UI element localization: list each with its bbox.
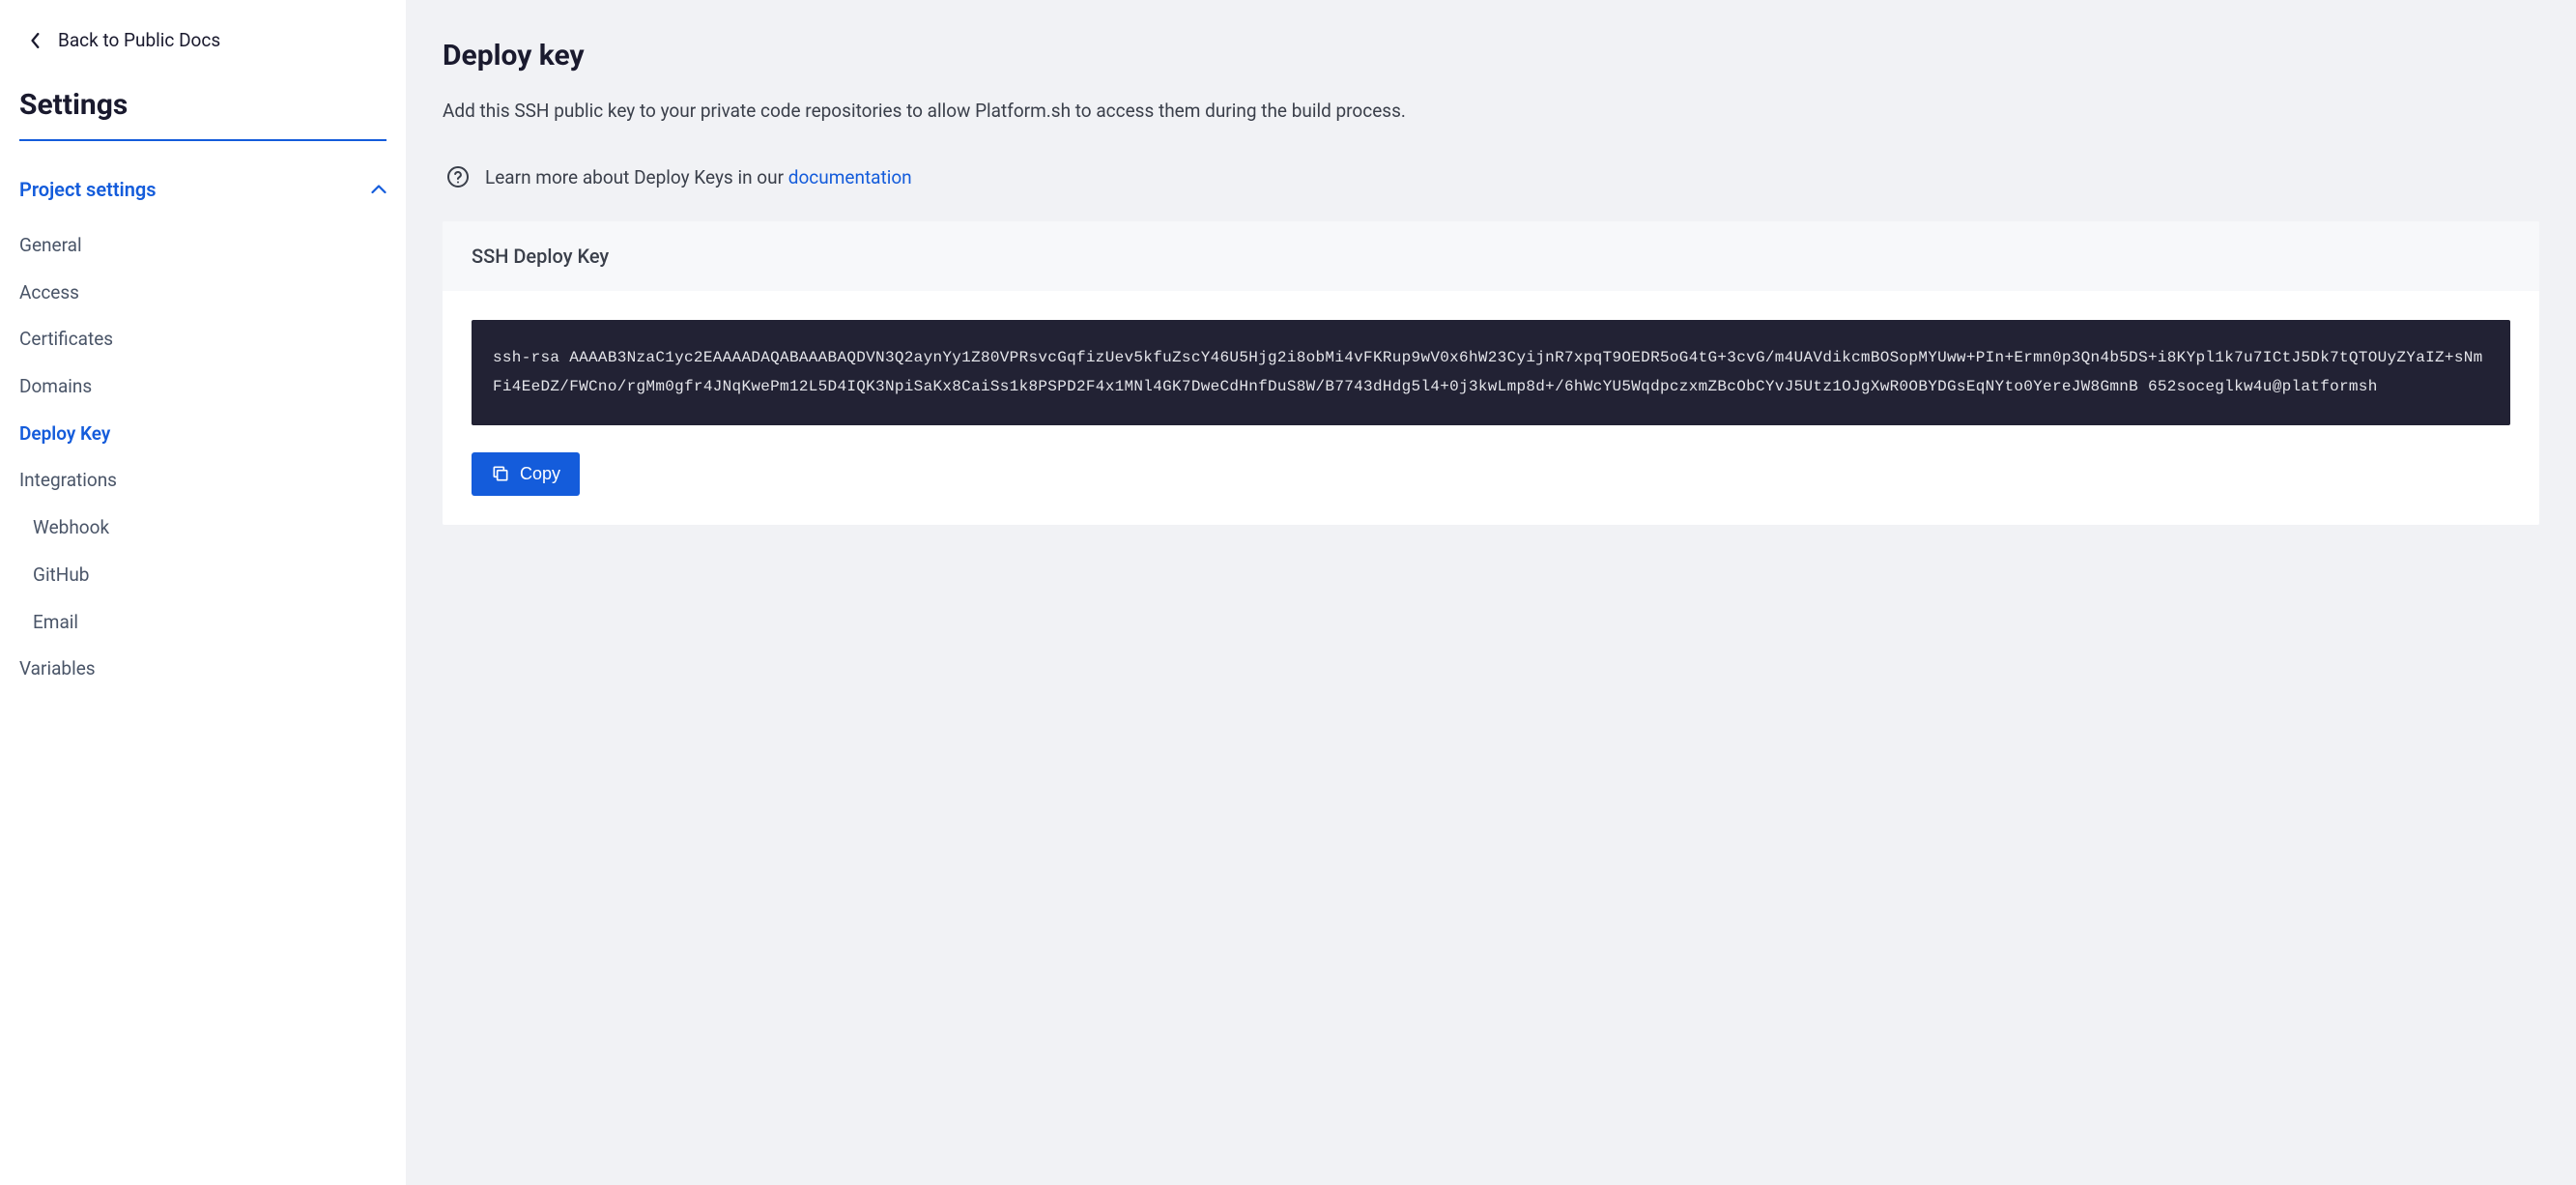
section-header-project-settings[interactable]: Project settings	[19, 170, 386, 209]
copy-button[interactable]: Copy	[472, 452, 580, 496]
copy-icon	[491, 464, 510, 483]
back-link-label: Back to Public Docs	[58, 29, 220, 51]
card-header: SSH Deploy Key	[443, 221, 2539, 291]
page-title: Deploy key	[443, 39, 2539, 72]
documentation-link[interactable]: documentation	[788, 166, 912, 188]
help-icon	[446, 165, 470, 188]
nav-subitem-email[interactable]: Email	[19, 599, 386, 647]
nav-item-certificates[interactable]: Certificates	[19, 316, 386, 363]
help-prefix: Learn more about Deploy Keys in our	[485, 166, 788, 188]
deploy-key-card: SSH Deploy Key ssh-rsa AAAAB3NzaC1yc2EAA…	[443, 221, 2539, 525]
help-row: Learn more about Deploy Keys in our docu…	[443, 165, 2539, 188]
help-text: Learn more about Deploy Keys in our docu…	[485, 166, 912, 188]
nav-item-deploy-key[interactable]: Deploy Key	[19, 411, 386, 458]
chevron-left-icon	[31, 33, 41, 48]
nav-item-domains[interactable]: Domains	[19, 363, 386, 411]
copy-button-label: Copy	[520, 464, 560, 484]
nav-item-integrations[interactable]: Integrations	[19, 457, 386, 505]
nav-subitem-webhook[interactable]: Webhook	[19, 505, 386, 552]
back-link[interactable]: Back to Public Docs	[19, 19, 386, 61]
nav-subitem-github[interactable]: GitHub	[19, 552, 386, 599]
settings-title: Settings	[19, 88, 386, 122]
chevron-up-icon	[371, 185, 386, 194]
divider	[19, 139, 386, 141]
page-description: Add this SSH public key to your private …	[443, 94, 2539, 129]
nav-item-access[interactable]: Access	[19, 270, 386, 317]
card-body: ssh-rsa AAAAB3NzaC1yc2EAAAADAQABAAABAQDV…	[443, 291, 2539, 525]
nav-item-general[interactable]: General	[19, 222, 386, 270]
sidebar: Back to Public Docs Settings Project set…	[0, 0, 406, 1185]
nav-item-variables[interactable]: Variables	[19, 646, 386, 693]
ssh-key-block[interactable]: ssh-rsa AAAAB3NzaC1yc2EAAAADAQABAAABAQDV…	[472, 320, 2510, 425]
main-content: Deploy key Add this SSH public key to yo…	[406, 0, 2576, 1185]
section-header-title: Project settings	[19, 178, 157, 201]
